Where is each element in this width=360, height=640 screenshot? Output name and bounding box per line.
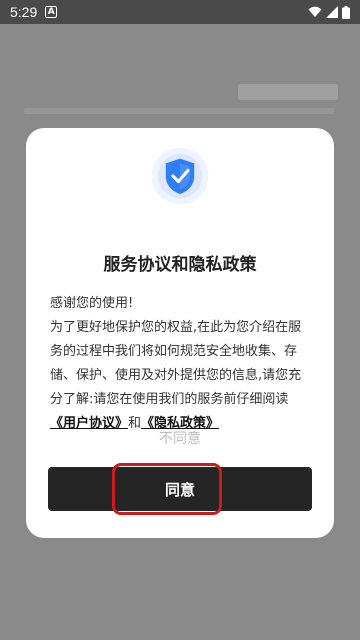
status-bar: 5:29 A (0, 0, 360, 24)
status-time: 5:29 (10, 4, 38, 20)
app-notification-icon: A (45, 6, 58, 18)
disagree-button[interactable]: 不同意 (26, 428, 334, 448)
privacy-agreement-dialog: 服务协议和隐私政策 感谢您的使用! 为了更好地保护您的权益,在此为您介绍在服务的… (26, 128, 334, 538)
body-paragraph: 为了更好地保护您的权益,在此为您介绍在服务的过程中我们将如何规范安全地收集、存储… (50, 316, 312, 436)
wifi-icon (308, 6, 322, 17)
signal-icon (326, 6, 338, 18)
dialog-body: 感谢您的使用! 为了更好地保护您的权益,在此为您介绍在服务的过程中我们将如何规范… (50, 292, 312, 436)
status-icons (308, 5, 350, 19)
agree-button-label: 同意 (164, 480, 195, 499)
dialog-title: 服务协议和隐私政策 (103, 255, 257, 275)
shield-check-icon (150, 146, 210, 206)
background-content (238, 84, 338, 100)
body-intro: 感谢您的使用! (50, 296, 134, 311)
background-content (24, 108, 334, 114)
body-text: 为了更好地保护您的权益,在此为您介绍在服务的过程中我们将如何规范安全地收集、存储… (50, 320, 302, 407)
agree-button[interactable]: 同意 (48, 467, 312, 511)
battery-icon (342, 5, 350, 19)
